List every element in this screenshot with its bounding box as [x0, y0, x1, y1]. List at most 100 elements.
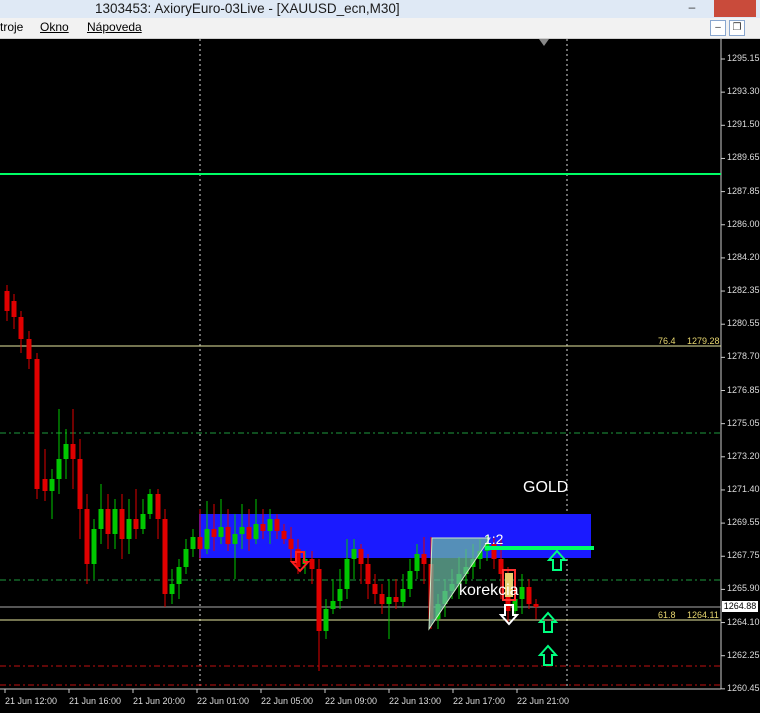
candle-bull [351, 549, 357, 559]
candle-bear [421, 554, 427, 564]
price-tick-label: 1286.00 [727, 218, 760, 229]
candle-bull [183, 549, 189, 567]
fib-ratio-61: 61.8 [658, 610, 676, 620]
candle-bull [330, 601, 336, 609]
window-title: 1303453: AxioryEuro-03Live - [XAUUSD_ecn… [95, 1, 400, 16]
mdi-restore-icon[interactable]: ❐ [729, 20, 745, 36]
candle-bull [49, 479, 55, 491]
minimize-icon[interactable]: – [682, 0, 702, 17]
candle-bull [400, 589, 406, 602]
candle-bear [365, 564, 371, 584]
candle-bear [246, 527, 252, 539]
candle-bull [414, 554, 420, 571]
price-tick-label: 1262.25 [727, 649, 760, 660]
candle-bear [309, 559, 315, 569]
current-price-badge: 1264.88 [722, 601, 758, 612]
candle-bear [70, 444, 76, 459]
symbol-label: GOLD [523, 479, 569, 496]
price-tick-label: 1284.20 [727, 251, 760, 262]
chart-shift-marker [539, 39, 549, 46]
title-bar: 1303453: AxioryEuro-03Live - [XAUUSD_ecn… [0, 0, 760, 18]
candle-bull [126, 519, 132, 539]
candle-bear [393, 597, 399, 602]
correction-label: korekcia [459, 582, 519, 599]
time-tick-label: 22 Jun 05:00 [261, 696, 314, 706]
menu-item-help[interactable]: Nápoveda [87, 20, 142, 34]
candle-bear [379, 594, 385, 604]
close-button[interactable] [714, 0, 756, 17]
candle-bear [316, 569, 322, 631]
candle-bull [63, 444, 69, 459]
candle-bull [140, 514, 146, 529]
candle-bull [386, 597, 392, 604]
candle-bull [218, 527, 224, 537]
candle-bear [358, 549, 364, 564]
price-tick-label: 1275.05 [727, 417, 760, 428]
candle-bear [4, 291, 10, 311]
candle-bull [232, 534, 238, 544]
time-tick-label: 21 Jun 16:00 [69, 696, 122, 706]
time-tick-label: 22 Jun 01:00 [197, 696, 250, 706]
candle-bull [344, 559, 350, 589]
price-tick-label: 1273.20 [727, 450, 760, 461]
candle-bear [211, 529, 217, 537]
time-tick-label: 22 Jun 21:00 [517, 696, 570, 706]
price-tick-label: 1267.75 [727, 550, 760, 561]
candle-bull [56, 459, 62, 479]
candle-bull [239, 527, 245, 534]
candle-bull [407, 571, 413, 589]
candle-bear [225, 527, 231, 544]
price-tick-label: 1282.35 [727, 285, 760, 296]
candle-bear [84, 509, 90, 564]
time-tick-label: 21 Jun 20:00 [133, 696, 186, 706]
candle-bear [42, 479, 48, 491]
candle-bear [155, 494, 161, 519]
candle-bull [98, 509, 104, 529]
candle-bear [105, 509, 111, 534]
candle-bear [18, 317, 24, 339]
candle-bear [281, 531, 287, 539]
candle-bull [190, 537, 196, 549]
time-tick-label: 22 Jun 09:00 [325, 696, 378, 706]
price-tick-label: 1291.50 [727, 119, 760, 130]
fib-price-61: 1264.11 [687, 610, 719, 620]
candle-bear [77, 459, 83, 509]
candle-bear [26, 339, 32, 359]
candle-bull [91, 529, 97, 564]
menu-item-tools[interactable]: troje [0, 20, 23, 34]
candle-bear [288, 539, 294, 549]
candle-bull [112, 509, 118, 534]
candle-bear [119, 509, 125, 539]
price-tick-label: 1295.15 [727, 53, 760, 63]
price-tick-label: 1293.30 [727, 86, 760, 97]
mdi-minimize-icon[interactable]: – [710, 20, 726, 36]
price-tick-label: 1271.40 [727, 483, 760, 494]
chart-canvas[interactable] [0, 39, 760, 713]
menu-bar: troje Okno Nápoveda – ❐ [0, 18, 760, 39]
candle-bear [526, 587, 532, 604]
candle-bear [34, 359, 40, 489]
candle-bear [274, 519, 280, 531]
price-chart[interactable]: 1295.15 1293.30 1291.50 1289.65 1287.85 1286.… [0, 39, 760, 713]
fib-price-76: 1279.28 [687, 336, 720, 346]
candle-bull [267, 519, 273, 531]
candle-bear [533, 604, 539, 607]
candle-bear [372, 584, 378, 594]
candle-bear [197, 537, 203, 549]
candle-bear [11, 301, 17, 317]
candle-bull [169, 584, 175, 594]
candle-bull [147, 494, 153, 514]
candle-bull [519, 587, 525, 599]
menu-item-window[interactable]: Okno [40, 20, 69, 34]
candle-bull [176, 567, 182, 584]
candle-bull [204, 529, 210, 549]
price-tick-label: 1265.90 [727, 583, 760, 594]
price-tick-label: 1264.10 [727, 616, 760, 627]
price-tick-label: 1260.45 [727, 682, 760, 693]
time-tick-label: 21 Jun 12:00 [5, 696, 58, 706]
candle-bull [337, 589, 343, 601]
candle-bear [260, 524, 266, 531]
candle-bear [133, 519, 139, 529]
price-tick-label: 1289.65 [727, 152, 760, 163]
price-tick-label: 1276.85 [727, 384, 760, 395]
